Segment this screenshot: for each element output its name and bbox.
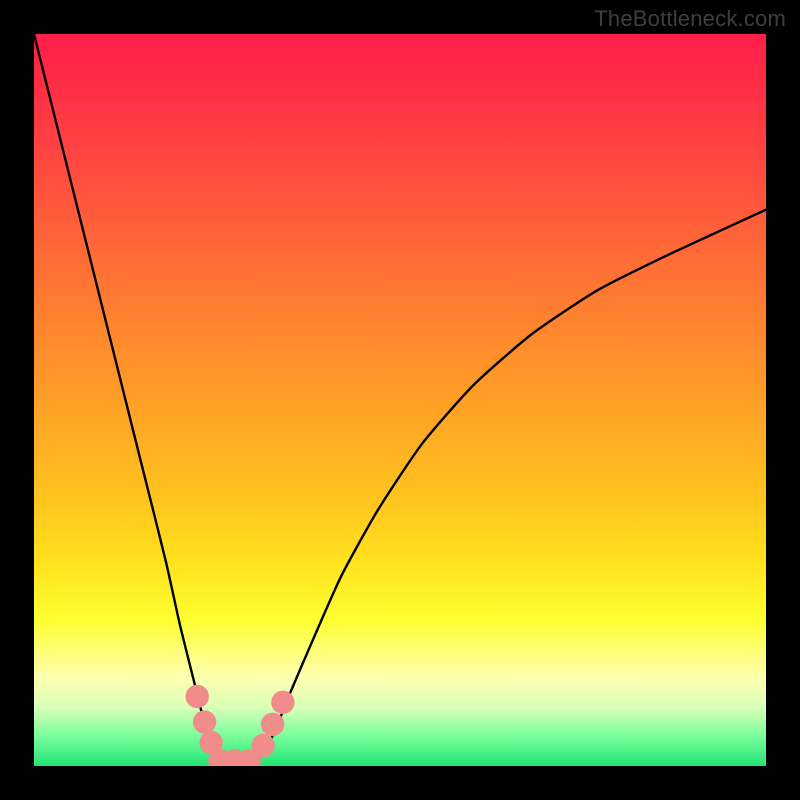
marker-rising-3	[271, 691, 294, 714]
bottleneck-curve	[34, 34, 766, 766]
watermark-text: TheBottleneck.com	[594, 6, 786, 32]
marker-falling-1	[186, 685, 209, 708]
marker-rising-1	[251, 734, 274, 757]
marker-rising-2	[261, 713, 284, 736]
chart-frame: TheBottleneck.com	[0, 0, 800, 800]
plot-area	[34, 34, 766, 766]
marker-layer	[186, 685, 295, 766]
chart-svg	[34, 34, 766, 766]
bottleneck-curve-path	[34, 34, 766, 766]
marker-falling-2	[193, 710, 216, 733]
